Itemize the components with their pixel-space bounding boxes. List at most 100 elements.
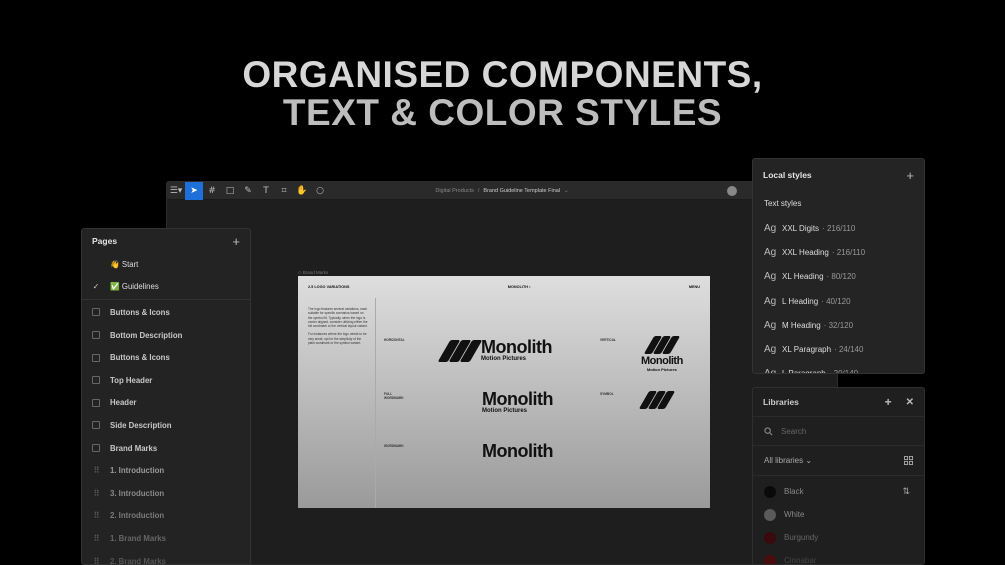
text-style-icon: Ag xyxy=(764,271,777,283)
text-tool-icon[interactable]: T xyxy=(257,182,275,200)
chevron-down-icon: ⌄ xyxy=(805,456,813,465)
label-horizontal: HORIZONTAL xyxy=(384,338,405,342)
breadcrumb-project[interactable]: Digital Products xyxy=(435,188,474,194)
text-styles-heading: Text styles xyxy=(764,199,802,208)
page-label: Bottom Description xyxy=(110,330,183,340)
page-label: Header xyxy=(110,398,137,408)
color-swatch xyxy=(764,485,776,498)
move-tool-icon[interactable]: ➤ xyxy=(185,182,203,200)
page-list: 👋 Start ✓ ✅ Guidelines Buttons & Icons Botto… xyxy=(82,253,250,565)
text-style-item[interactable]: Ag M Heading · 32/120 xyxy=(753,313,924,337)
text-style-icon: Ag xyxy=(764,295,777,307)
add-library-button[interactable]: + xyxy=(885,395,892,409)
page-item[interactable]: Brand Marks xyxy=(82,437,250,460)
logo-wordmark-only: Monolith xyxy=(482,442,553,460)
add-style-button[interactable]: + xyxy=(906,168,914,183)
text-style-item[interactable]: Ag L Paragraph · 20/140 xyxy=(753,362,924,373)
grid-view-icon[interactable] xyxy=(904,456,913,465)
logo-symbol xyxy=(638,391,676,409)
page-label: 2. Introduction xyxy=(110,511,165,521)
logo-symbol-icon xyxy=(638,391,676,409)
page-label: Side Description xyxy=(110,420,172,430)
page-item[interactable]: ⠿ 1. Introduction xyxy=(82,459,250,482)
search-icon xyxy=(764,426,773,435)
color-style-item[interactable]: White xyxy=(753,503,924,526)
logo-wordmark: Monolith xyxy=(482,389,553,409)
text-style-item[interactable]: Ag L Heading · 40/120 xyxy=(753,289,924,313)
page-icon xyxy=(82,308,110,317)
style-name: XXL Heading xyxy=(782,247,829,257)
page-label: 2. Brand Marks xyxy=(110,556,166,565)
page-item[interactable]: Header xyxy=(82,392,250,415)
color-swatch xyxy=(764,508,776,521)
drag-handle-icon: ⠿ xyxy=(93,488,100,498)
frame-section-title: 2.5 LOGO VARIATIONS xyxy=(308,285,350,289)
color-style-item[interactable]: Cinnabar xyxy=(753,549,924,565)
breadcrumb-file[interactable]: Brand Guideline Template Final xyxy=(483,188,560,194)
logo-tagline: Motion Pictures xyxy=(646,367,677,372)
page-label: Buttons & Icons xyxy=(110,353,170,363)
search-input[interactable]: Search xyxy=(781,427,806,436)
components-icon[interactable]: ⌗ xyxy=(275,182,293,200)
text-style-item[interactable]: Ag XL Paragraph · 24/140 xyxy=(753,337,924,361)
frame-tool-icon[interactable]: # xyxy=(203,182,221,200)
page-item[interactable]: ⠿ 3. Introduction xyxy=(82,482,250,505)
page-item[interactable]: Top Header xyxy=(82,369,250,392)
add-page-button[interactable]: + xyxy=(232,234,240,249)
shape-tool-icon[interactable]: □ xyxy=(221,182,239,200)
page-item[interactable]: ⠿ 2. Introduction xyxy=(82,505,250,528)
drag-handle-icon: ⠿ xyxy=(93,533,100,543)
headline-line-1: ORGANISED COMPONENTS, xyxy=(242,54,763,95)
style-name: M Heading xyxy=(782,320,821,330)
pen-tool-icon[interactable]: ✎ xyxy=(239,182,257,200)
page-item[interactable]: ⠿ 1. Brand Marks xyxy=(82,527,250,550)
style-name: XL Paragraph xyxy=(782,345,832,355)
logo-wordmark: Monolith xyxy=(482,441,553,461)
page-item[interactable]: Side Description xyxy=(82,414,250,437)
style-meta: · 40/120 xyxy=(821,296,851,306)
page-item[interactable]: Buttons & Icons xyxy=(82,301,250,324)
filter-row: All libraries ⌄ xyxy=(753,446,924,476)
close-icon[interactable]: ✕ xyxy=(906,397,914,408)
local-styles-panel: Local styles + Text styles Ag XXL Digits ·… xyxy=(752,158,925,374)
comment-tool-icon[interactable]: ○ xyxy=(311,182,329,200)
panel-title: Libraries xyxy=(763,397,799,407)
text-style-item[interactable]: Ag XXL Digits · 216/110 xyxy=(753,216,924,240)
drag-handle-icon: ⠿ xyxy=(93,556,100,565)
color-swatch xyxy=(764,531,776,544)
text-style-icon: Ag xyxy=(764,344,777,356)
hand-tool-icon[interactable]: ✋ xyxy=(293,182,311,200)
main-menu-icon[interactable]: ☰▾ xyxy=(167,182,185,200)
text-style-item[interactable]: Ag XXL Heading · 216/110 xyxy=(753,240,924,264)
adjust-icon[interactable]: ⇅ xyxy=(902,486,910,497)
drag-handle-icon: ⠿ xyxy=(93,466,100,476)
panel-title: Local styles xyxy=(763,170,812,180)
library-filter-dropdown[interactable]: All libraries ⌄ xyxy=(764,456,812,465)
text-style-icon: Ag xyxy=(764,222,777,234)
page-label: 1. Brand Marks xyxy=(110,533,166,543)
page-item[interactable]: Bottom Description xyxy=(82,324,250,347)
style-name: XL Heading xyxy=(782,272,824,282)
page-item[interactable]: 👋 Start xyxy=(82,253,250,276)
checkmark-icon: ✓ xyxy=(92,282,100,292)
brand-marks-frame[interactable]: 2.5 LOGO VARIATIONS MONOLITH • MENU The … xyxy=(298,276,710,508)
search-row[interactable]: Search xyxy=(753,416,924,446)
color-name: Cinnabar xyxy=(784,556,817,565)
color-style-item[interactable]: Black ⇅ xyxy=(753,480,924,503)
chevron-down-icon[interactable]: ⌄ xyxy=(564,188,569,194)
page-item[interactable]: Buttons & Icons xyxy=(82,346,250,369)
text-style-item[interactable]: Ag XL Heading · 80/120 xyxy=(753,265,924,289)
style-meta: · 32/120 xyxy=(823,320,854,330)
text-style-icon: Ag xyxy=(764,319,777,331)
label-wordmark: WORDMARK xyxy=(384,444,404,448)
page-item[interactable]: ✓ ✅ Guidelines xyxy=(82,276,250,299)
avatar[interactable] xyxy=(727,186,737,196)
style-name: L Heading xyxy=(782,296,819,306)
libraries-panel: Libraries + ✕ Search All libraries ⌄ Bla… xyxy=(752,387,925,565)
color-style-item[interactable]: Burgundy xyxy=(753,526,924,549)
style-meta: · 80/120 xyxy=(826,272,856,282)
frame-header: 2.5 LOGO VARIATIONS MONOLITH • MENU xyxy=(308,285,700,289)
frame-brand: MONOLITH • xyxy=(507,285,531,289)
logo-tagline: Motion Pictures xyxy=(482,408,528,414)
page-item[interactable]: ⠿ 2. Brand Marks xyxy=(82,550,250,565)
